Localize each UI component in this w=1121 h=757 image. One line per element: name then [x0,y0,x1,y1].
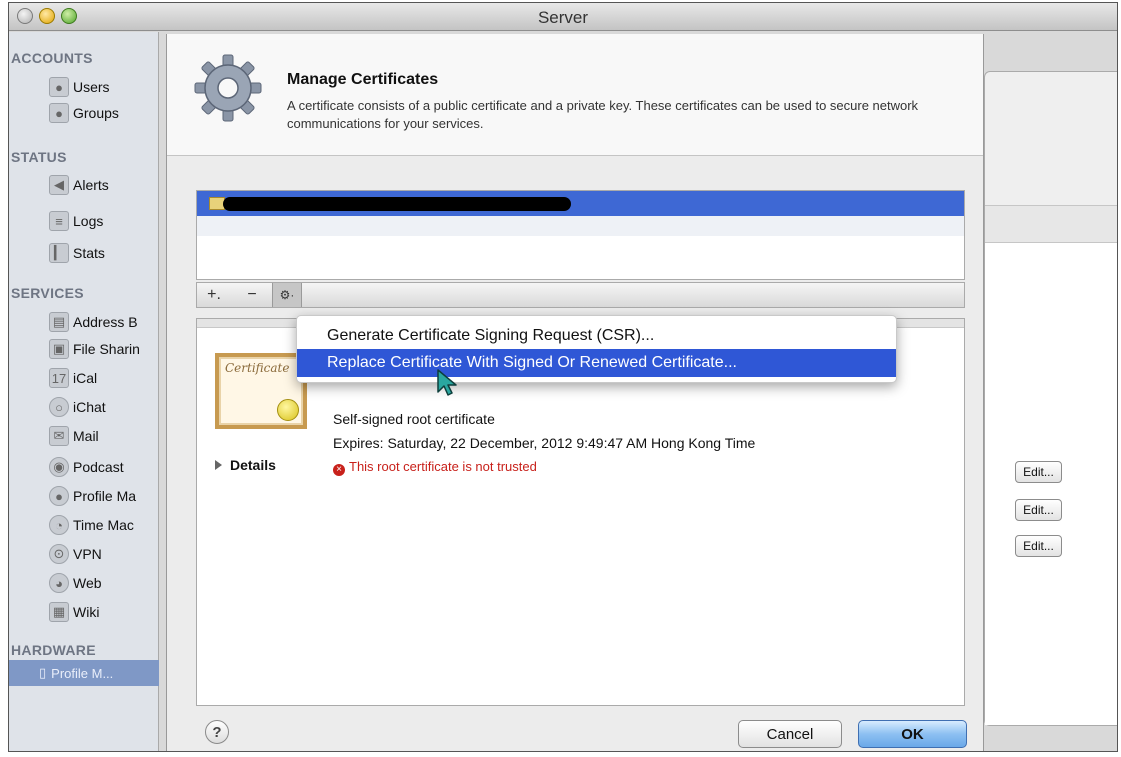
sidebar-item-ical[interactable]: 17 iCal [49,366,97,390]
server-window: Server ACCOUNTS ● Users ● Groups STATUS ◀ A… [8,2,1118,752]
server-icon: ▯ [39,665,47,680]
sidebar-item-users[interactable]: ● Users [49,75,110,99]
sidebar-item-label: Podcast [73,459,124,475]
sidebar-item-podcast[interactable]: ◉ Podcast [49,455,124,479]
certificate-seal-icon [277,399,299,421]
sidebar-section-services: SERVICES [11,285,84,301]
certificate-toolbar: +. − ⚙· [196,282,965,308]
sidebar-item-label: Address B [73,314,138,330]
stats-icon: ▎ [49,243,69,263]
background-header-strip [985,205,1117,243]
sidebar-item-web[interactable]: ◕ Web [49,571,102,595]
sidebar-item-label: Mail [73,428,99,444]
sidebar-item-ichat[interactable]: ○ iChat [49,395,106,419]
gear-icon [194,54,262,122]
sidebar-item-profile-manager[interactable]: ● Profile Ma [49,484,136,508]
cancel-button[interactable]: Cancel [738,720,842,748]
sidebar: ACCOUNTS ● Users ● Groups STATUS ◀ Alerts ≡… [9,32,159,751]
user-icon: ● [49,77,69,97]
calendar-icon: 17 [49,368,69,388]
sidebar-item-label: Profile M... [51,665,114,681]
certificate-list[interactable] [196,190,965,280]
sidebar-item-label: File Sharin [73,341,140,357]
mail-icon: ✉ [49,426,69,446]
sidebar-item-label: Alerts [73,177,109,193]
group-icon: ● [49,103,69,123]
redacted-certificate-name [223,197,571,211]
sidebar-item-label: iCal [73,370,98,386]
sidebar-item-label: Web [73,575,102,591]
certificate-warning: × This root certificate is not trusted [333,459,537,476]
sidebar-item-address-book[interactable]: ▤ Address B [49,310,138,334]
add-certificate-button[interactable]: +. [199,283,229,307]
action-dropdown-menu: Generate Certificate Signing Request (CS… [296,315,897,383]
sidebar-item-stats[interactable]: ▎ Stats [49,241,105,265]
certificate-row-selected[interactable] [197,191,964,216]
dialog-description: A certificate consists of a public certi… [287,98,919,131]
sidebar-item-label: iChat [73,399,106,415]
remove-certificate-button[interactable]: − [237,283,267,307]
time-machine-icon: ◔ [49,515,69,535]
sidebar-item-vpn[interactable]: ⊙ VPN [49,542,102,566]
certificate-expiry: Expires: Saturday, 22 December, 2012 9:4… [333,435,756,451]
background-settings-panel: Edit... Edit... Edit... [984,71,1117,726]
sidebar-section-status: STATUS [11,149,67,165]
sidebar-item-wiki[interactable]: ▦ Wiki [49,600,99,624]
file-sharing-icon: ▣ [49,339,69,359]
manage-certificates-sheet: Manage Certificates A certificate consis… [166,34,984,751]
sidebar-item-hardware-server[interactable]: ▯ Profile M... [9,660,159,686]
details-disclosure[interactable]: Details [215,457,276,473]
sidebar-item-time-machine[interactable]: ◔ Time Mac [49,513,134,537]
wiki-icon: ▦ [49,602,69,622]
certificate-badge-icon: Certificate [215,353,307,429]
mouse-cursor-icon [437,369,457,396]
sidebar-item-logs[interactable]: ≡ Logs [49,209,103,233]
title-bar: Server [9,3,1117,31]
sheet-header: Manage Certificates A certificate consis… [167,34,983,156]
log-icon: ≡ [49,211,69,231]
profile-manager-icon: ● [49,486,69,506]
edit-button-1[interactable]: Edit... [1015,461,1062,483]
address-book-icon: ▤ [49,312,69,332]
menu-item-replace-certificate[interactable]: Replace Certificate With Signed Or Renew… [297,349,896,377]
disclosure-triangle-icon[interactable] [215,460,222,470]
edit-button-3[interactable]: Edit... [1015,535,1062,557]
sidebar-item-label: Wiki [73,604,100,620]
help-button[interactable]: ? [205,720,229,744]
action-gear-menu-button[interactable]: ⚙· [272,283,302,307]
sidebar-item-label: Stats [73,245,105,261]
sidebar-item-label: Users [73,79,110,95]
sidebar-item-label: Logs [73,213,104,229]
sidebar-item-alerts[interactable]: ◀ Alerts [49,173,109,197]
sidebar-item-groups[interactable]: ● Groups [49,101,119,125]
dialog-title: Manage Certificates [287,71,439,88]
error-icon: × [333,463,345,476]
window-title: Server [537,8,589,27]
sidebar-section-accounts: ACCOUNTS [11,50,93,66]
chat-icon: ○ [49,397,69,417]
menu-item-generate-csr[interactable]: Generate Certificate Signing Request (CS… [297,322,896,350]
edit-button-2[interactable]: Edit... [1015,499,1062,521]
certificate-type: Self-signed root certificate [333,411,495,427]
background-content [985,243,1117,725]
sidebar-item-file-sharing[interactable]: ▣ File Sharin [49,337,140,361]
podcast-icon: ◉ [49,457,69,477]
sidebar-item-label: Profile Ma [73,488,137,504]
web-icon: ◕ [49,573,69,593]
vpn-icon: ⊙ [49,544,69,564]
sidebar-item-label: VPN [73,546,102,562]
sidebar-item-label: Time Mac [73,517,134,533]
sidebar-section-hardware: HARDWARE [11,642,96,658]
ok-button[interactable]: OK [858,720,967,748]
certificate-row-empty [197,216,964,236]
alert-icon: ◀ [49,175,69,195]
sidebar-item-label: Groups [73,105,119,121]
sidebar-item-mail[interactable]: ✉ Mail [49,424,99,448]
